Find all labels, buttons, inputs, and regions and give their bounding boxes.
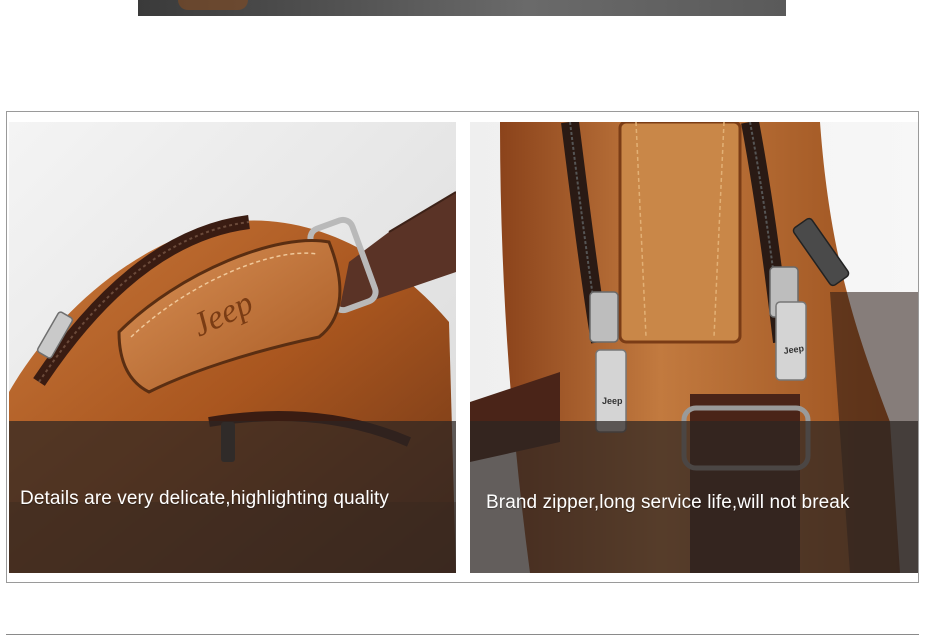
caption-text: Brand zipper,long service life,will not … xyxy=(486,492,850,513)
caption-text: Details are very delicate,highlighting q… xyxy=(20,488,389,509)
detail-images-frame: Jeep Details are very delicate,highlight… xyxy=(6,111,919,583)
puller-logo-text: Jeep xyxy=(602,396,623,406)
previous-product-image-edge xyxy=(138,0,786,16)
next-section-border xyxy=(6,634,919,635)
leather-edge-glint xyxy=(178,0,248,10)
detail-photo-stitching: Jeep Details are very delicate,highlight… xyxy=(9,122,456,573)
detail-photo-zipper: Jeep Jeep Brand zipper,long service life… xyxy=(470,122,918,573)
product-detail-page: Jeep Details are very delicate,highlight… xyxy=(0,0,930,640)
